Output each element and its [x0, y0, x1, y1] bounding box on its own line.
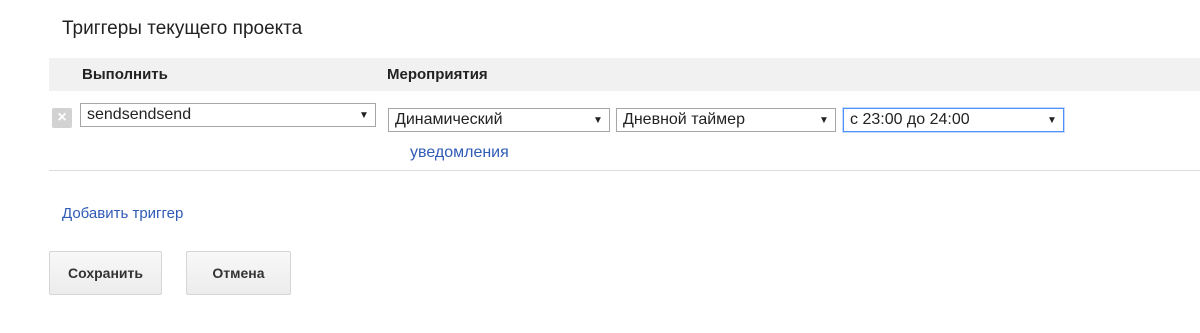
function-select-value: sendsendsend — [87, 106, 192, 123]
column-header-run: Выполнить — [82, 66, 168, 83]
caret-down-icon: ▼ — [1047, 114, 1057, 126]
close-icon: × — [57, 109, 67, 126]
row-divider — [49, 170, 1200, 171]
event-source-select[interactable]: Дневной таймер ▼ — [616, 108, 836, 132]
time-range-select-value: с 23:00 до 24:00 — [850, 111, 970, 128]
page-title: Триггеры текущего проекта — [62, 18, 303, 39]
save-button[interactable]: Сохранить — [49, 251, 162, 295]
event-source-select-value: Дневной таймер — [623, 111, 745, 128]
remove-trigger-button[interactable]: × — [52, 108, 72, 128]
time-range-select[interactable]: с 23:00 до 24:00 ▼ — [843, 108, 1064, 132]
column-header-events: Мероприятия — [387, 66, 488, 83]
cancel-button[interactable]: Отмена — [186, 251, 291, 295]
function-select[interactable]: sendsendsend ▼ — [80, 103, 376, 127]
caret-down-icon: ▼ — [593, 114, 603, 126]
notifications-link[interactable]: уведомления — [410, 144, 509, 162]
caret-down-icon: ▼ — [819, 114, 829, 126]
caret-down-icon: ▼ — [359, 109, 369, 121]
event-type-select[interactable]: Динамический ▼ — [388, 108, 610, 132]
add-trigger-link[interactable]: Добавить триггер — [62, 205, 183, 222]
event-type-select-value: Динамический — [395, 111, 503, 128]
table-header: Выполнить Мероприятия — [49, 58, 1200, 91]
